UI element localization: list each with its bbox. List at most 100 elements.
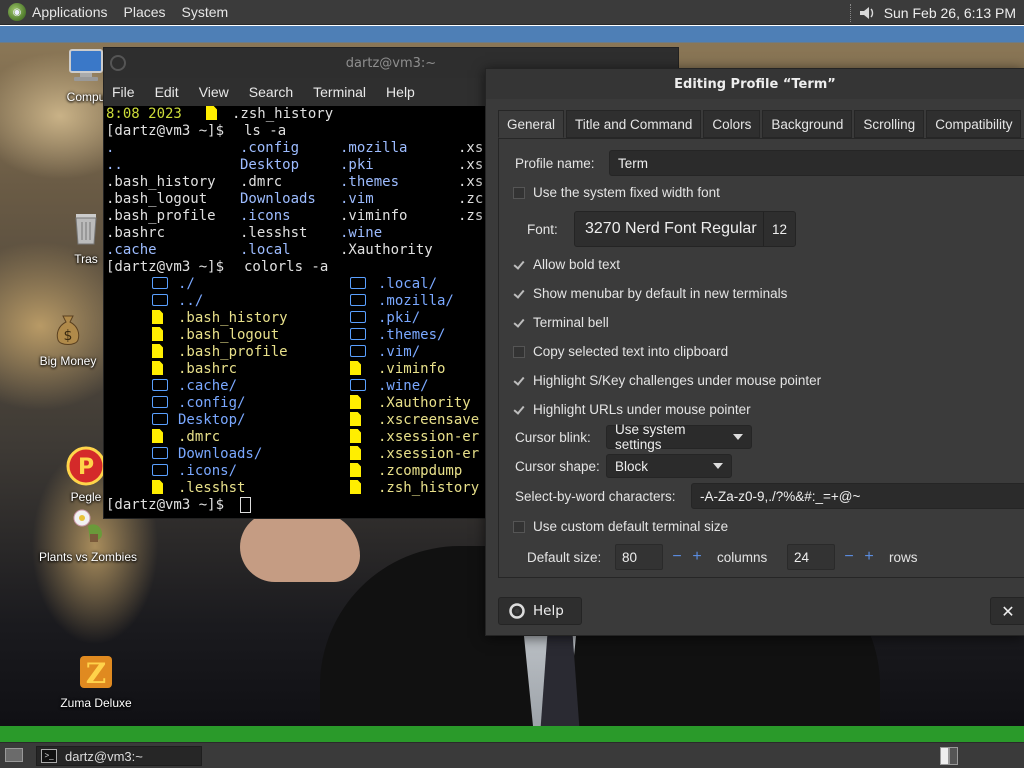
- highlight-skey-row[interactable]: Highlight S/Key challenges under mouse p…: [499, 373, 821, 388]
- copy-selected-checkbox[interactable]: [513, 345, 525, 358]
- rows-label: rows: [889, 549, 918, 565]
- taskbar-item-label: dartz@vm3:~: [65, 748, 143, 764]
- terminal-menu-file[interactable]: File: [112, 84, 135, 100]
- folder-icon: [152, 294, 168, 306]
- folder-icon: [350, 294, 366, 306]
- file-icon: [350, 480, 361, 494]
- menu-system[interactable]: System: [182, 4, 229, 20]
- profile-name-input[interactable]: Term: [609, 150, 1024, 176]
- file-icon: [350, 395, 361, 409]
- top-panel: ◉ Applications Places System Sun Feb 26,…: [0, 0, 1024, 25]
- show-menubar-label: Show menubar by default in new terminals: [533, 286, 788, 301]
- rows-plus-icon[interactable]: +: [859, 548, 879, 566]
- taskbar-item-terminal[interactable]: >_ dartz@vm3:~: [36, 746, 202, 766]
- mate-logo-icon[interactable]: ◉: [8, 3, 26, 21]
- terminal-bell-label: Terminal bell: [533, 315, 609, 330]
- colorls-entry: .mozilla/: [378, 293, 454, 309]
- ls-entry: .themes: [340, 174, 400, 190]
- show-menubar-row[interactable]: Show menubar by default in new terminals: [499, 286, 787, 301]
- terminal-bell-checkbox[interactable]: [513, 317, 525, 329]
- trash-icon: [66, 208, 106, 248]
- svg-text:P: P: [78, 455, 94, 480]
- select-word-label: Select-by-word characters:: [515, 488, 676, 504]
- cursor-blink-row: Cursor blink: Use system settings: [515, 422, 752, 452]
- cursor-shape-row: Cursor shape: Block: [515, 454, 732, 478]
- ls-entry: .icons: [240, 208, 291, 224]
- colorls-icon-cell: [350, 429, 361, 446]
- cursor-shape-select[interactable]: Block: [606, 454, 732, 478]
- tab-scrolling[interactable]: Scrolling: [854, 110, 925, 138]
- highlight-urls-label: Highlight URLs under mouse pointer: [533, 402, 751, 417]
- close-icon: ✕: [1001, 601, 1015, 621]
- fixed-width-font-checkbox[interactable]: [513, 186, 525, 199]
- tab-title-and-command[interactable]: Title and Command: [566, 110, 702, 138]
- cursor-blink-select[interactable]: Use system settings: [606, 422, 752, 452]
- colorls-entry: .vim/: [378, 344, 421, 360]
- file-icon: [206, 106, 217, 120]
- profile-dialog-title[interactable]: Editing Profile “Term”: [486, 69, 1024, 99]
- colorls-entry: .config/: [178, 395, 246, 411]
- ls-entry: .xs: [458, 157, 484, 173]
- highlight-skey-checkbox[interactable]: [513, 375, 525, 387]
- show-menubar-checkbox[interactable]: [513, 288, 525, 300]
- workspace-switcher-icon[interactable]: [940, 747, 958, 765]
- highlight-urls-checkbox[interactable]: [513, 404, 525, 416]
- tab-colors[interactable]: Colors: [703, 110, 761, 138]
- terminal-menu-edit[interactable]: Edit: [155, 84, 179, 100]
- fixed-width-font-label: Use the system fixed width font: [533, 185, 720, 200]
- ls-entry: .vim: [340, 191, 374, 207]
- tab-compatibility[interactable]: Compatibility: [926, 110, 1022, 138]
- file-icon: [350, 429, 361, 443]
- terminal-menu-help[interactable]: Help: [386, 84, 415, 100]
- default-size-label: Default size:: [527, 549, 602, 565]
- terminal-menu-search[interactable]: Search: [249, 84, 293, 100]
- file-icon: [152, 429, 163, 443]
- highlight-urls-row[interactable]: Highlight URLs under mouse pointer: [499, 402, 751, 417]
- terminal-prompt: [dartz@vm3 ~]$: [106, 259, 225, 275]
- cursor-shape-value: Block: [615, 458, 649, 474]
- colorls-icon-cell: [350, 480, 361, 497]
- desktop-icon-zuma[interactable]: Z Zuma Deluxe: [46, 652, 146, 710]
- terminal-menu-view[interactable]: View: [199, 84, 229, 100]
- copy-selected-row[interactable]: Copy selected text into clipboard: [499, 344, 728, 359]
- custom-size-checkbox[interactable]: [513, 520, 525, 533]
- allow-bold-row[interactable]: Allow bold text: [499, 257, 620, 272]
- file-icon: [350, 412, 361, 426]
- menu-applications[interactable]: Applications: [32, 4, 108, 20]
- ls-entry: .mozilla: [340, 140, 408, 156]
- columns-plus-icon[interactable]: +: [687, 548, 707, 566]
- fixed-width-font-row[interactable]: Use the system fixed width font: [499, 185, 720, 200]
- profile-dialog[interactable]: Editing Profile “Term” General Title and…: [485, 68, 1024, 636]
- custom-size-row[interactable]: Use custom default terminal size: [499, 519, 728, 534]
- terminal-file-text: .zsh_history: [232, 106, 334, 122]
- colorls-entry: .bash_profile: [178, 344, 288, 360]
- cursor-blink-value: Use system settings: [615, 422, 686, 452]
- close-button[interactable]: ✕: [990, 597, 1024, 625]
- terminal-app-icon: >_: [41, 749, 57, 763]
- rows-input[interactable]: 24: [787, 544, 835, 570]
- select-word-input[interactable]: -A-Za-z0-9,./?%&#:_=+@~: [691, 483, 1024, 509]
- colorls-icon-cell: [152, 361, 163, 378]
- clock[interactable]: Sun Feb 26, 6:13 PM: [884, 5, 1016, 21]
- help-button[interactable]: Help: [498, 597, 582, 625]
- volume-icon[interactable]: [858, 4, 876, 22]
- ls-entry: .xs: [458, 174, 484, 190]
- columns-input[interactable]: 80: [615, 544, 663, 570]
- tab-general[interactable]: General: [498, 110, 565, 138]
- file-icon: [152, 480, 163, 494]
- font-button[interactable]: 3270 Nerd Font Regular 12: [574, 211, 796, 247]
- folder-icon: [152, 396, 168, 408]
- file-icon: [152, 327, 163, 341]
- allow-bold-checkbox[interactable]: [513, 259, 525, 271]
- file-icon: [350, 446, 361, 460]
- colorls-entry: .bash_logout: [178, 327, 280, 343]
- terminal-bell-row[interactable]: Terminal bell: [499, 315, 609, 330]
- menu-places[interactable]: Places: [124, 4, 166, 20]
- rows-minus-icon[interactable]: −: [839, 548, 859, 566]
- tab-background[interactable]: Background: [762, 110, 853, 138]
- terminal-menu-terminal[interactable]: Terminal: [313, 84, 366, 100]
- show-desktop-icon[interactable]: [5, 748, 23, 762]
- desktop-icon-label: Plants vs Zombies: [38, 550, 138, 564]
- peggle-icon: P: [66, 446, 106, 486]
- columns-minus-icon[interactable]: −: [667, 548, 687, 566]
